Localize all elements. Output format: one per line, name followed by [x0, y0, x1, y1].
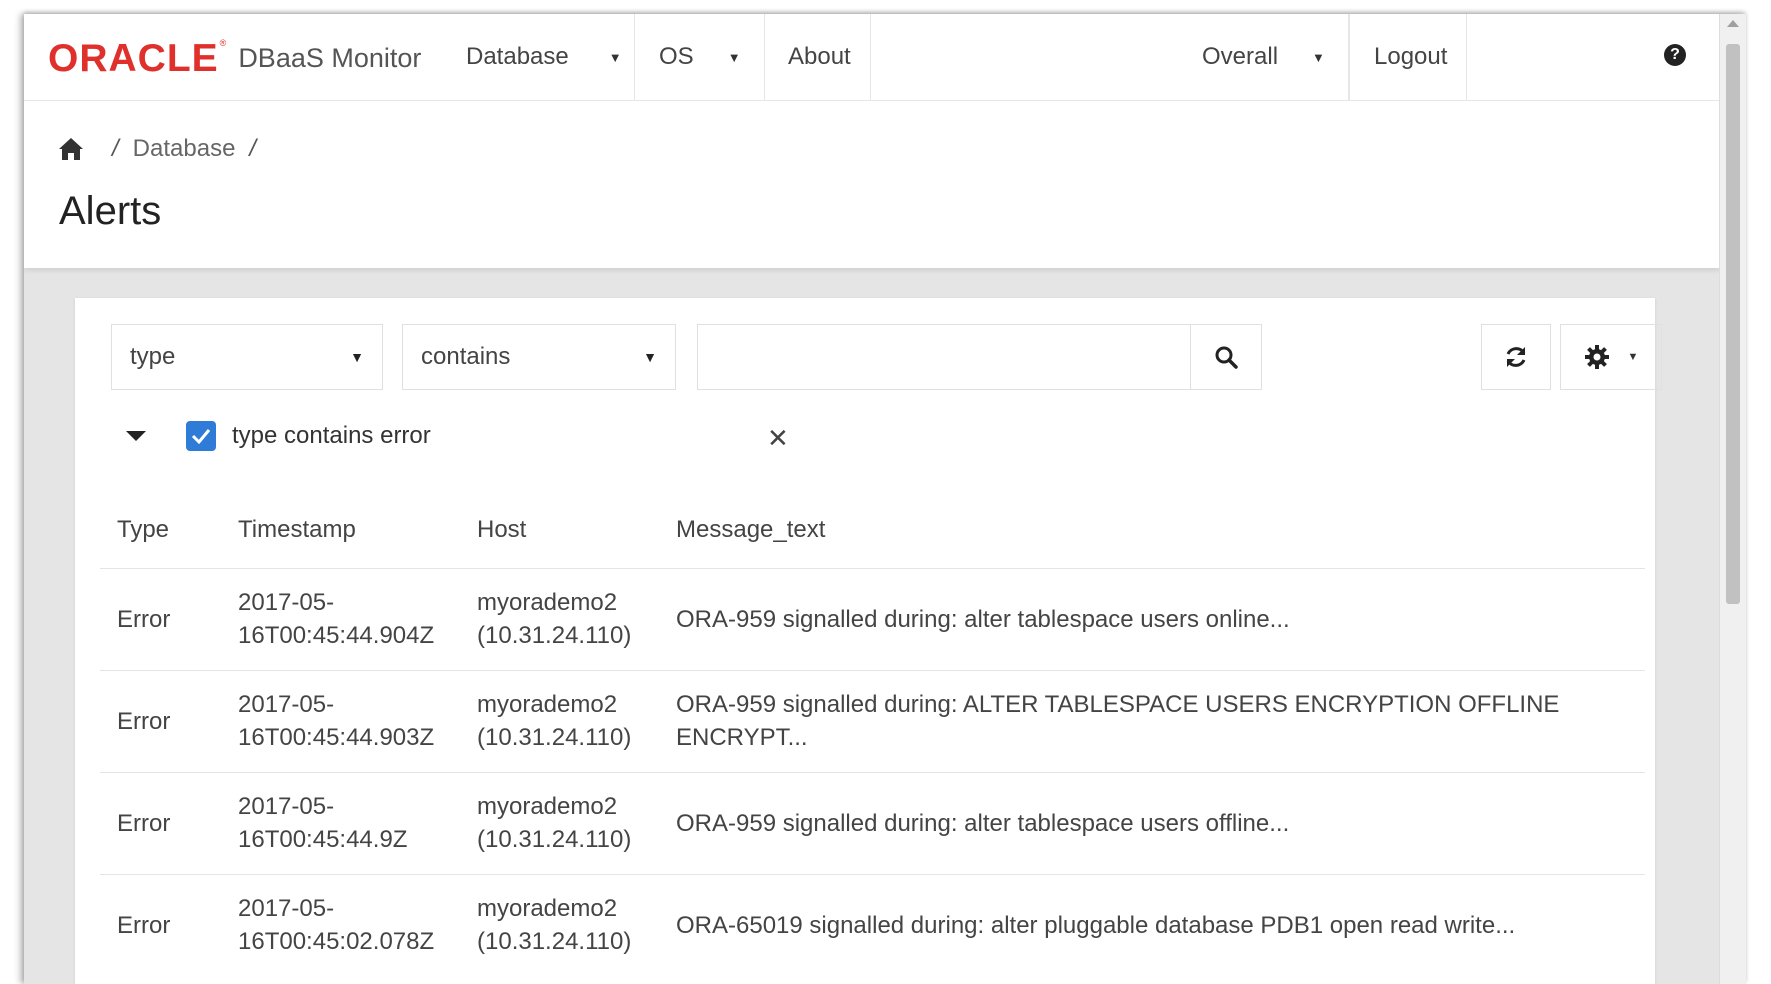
scroll-up-arrow-icon[interactable]: [1727, 20, 1739, 27]
page-header: / Database / Alerts: [24, 101, 1720, 268]
question-circle-icon[interactable]: ?: [1664, 44, 1686, 66]
brand[interactable]: ORACLE ® DBaaS Monitor: [48, 38, 421, 78]
caret-down-icon: ▼: [1627, 351, 1639, 363]
oracle-logo: ORACLE: [48, 36, 219, 80]
nav-database[interactable]: Database ▼: [444, 14, 635, 100]
nav-about[interactable]: About: [765, 14, 871, 100]
nav-os-label: OS: [659, 43, 694, 70]
gear-icon: [1584, 345, 1609, 369]
caret-down-icon: ▼: [1312, 49, 1325, 65]
cell-timestamp: 2017-05- 16T00:45:44.904Z: [238, 589, 435, 649]
operator-select-value: contains: [421, 343, 511, 370]
nav-overall[interactable]: Overall ▼: [1184, 14, 1349, 100]
caret-down-icon: ▼: [727, 49, 741, 65]
scroll-thumb[interactable]: [1726, 44, 1740, 604]
cell-type: Error: [117, 606, 171, 633]
column-header-type[interactable]: Type: [117, 516, 169, 544]
vertical-scrollbar[interactable]: [1719, 14, 1746, 984]
nav-logout[interactable]: Logout: [1349, 14, 1467, 100]
alerts-panel: type ▼ contains ▼ ▼ type contains error …: [75, 298, 1662, 984]
search-icon: [1215, 346, 1238, 369]
caret-down-icon: ▼: [350, 349, 364, 365]
page-title: Alerts: [59, 189, 162, 233]
cell-message: ORA-959 signalled during: ALTER TABLESPA…: [676, 691, 1560, 751]
app-name: DBaaS Monitor: [238, 42, 422, 73]
cell-timestamp: 2017-05- 16T00:45:44.903Z: [238, 691, 435, 751]
operator-select[interactable]: contains ▼: [402, 324, 676, 390]
field-select[interactable]: type ▼: [111, 324, 383, 390]
filter-checkbox[interactable]: [186, 421, 216, 451]
collapse-toggle-icon[interactable]: [126, 431, 146, 441]
table-row[interactable]: Error 2017-05- 16T00:45:44.903Z myorademo…: [100, 670, 1645, 773]
breadcrumb-separator: /: [249, 135, 257, 162]
app-content: ORACLE ® DBaaS Monitor Database ▼ OS ▼ A…: [24, 14, 1720, 984]
search-button[interactable]: [1190, 325, 1261, 389]
top-navbar: ORACLE ® DBaaS Monitor Database ▼ OS ▼ A…: [24, 14, 1720, 101]
caret-down-icon: ▼: [608, 49, 622, 65]
cell-host: myorademo2 (10.31.24.110): [477, 793, 632, 853]
breadcrumb: / Database /: [58, 135, 270, 163]
nav-about-label: About: [788, 43, 851, 70]
breadcrumb-database[interactable]: Database: [133, 135, 236, 163]
settings-button[interactable]: ▼: [1560, 324, 1662, 390]
cell-message: ORA-959 signalled during: alter tablespa…: [676, 810, 1290, 837]
table-row[interactable]: Error 2017-05- 16T00:45:44.9Z myorademo2(…: [100, 772, 1645, 875]
refresh-icon: [1506, 347, 1526, 367]
checkmark-icon: [191, 429, 211, 444]
breadcrumb-separator: /: [112, 135, 119, 162]
column-header-message[interactable]: Message_text: [676, 516, 825, 544]
table-row[interactable]: Error 2017-05- 16T00:45:44.904Z myorademo…: [100, 568, 1645, 671]
cell-type: Error: [117, 810, 171, 837]
nav-logout-label: Logout: [1374, 43, 1448, 70]
field-select-value: type: [130, 343, 176, 370]
nav-database-label: Database: [466, 43, 569, 70]
search-box: [697, 324, 1262, 390]
cell-type: Error: [117, 708, 171, 735]
nav-overall-label: Overall: [1202, 43, 1279, 70]
active-filter-label: type contains error: [232, 422, 431, 449]
column-header-host[interactable]: Host: [477, 516, 526, 544]
cell-host: myorademo2 (10.31.24.110): [477, 691, 632, 751]
cell-host: myorademo2 (10.31.24.110): [477, 589, 632, 649]
registered-mark: ®: [219, 38, 227, 48]
browser-window: ORACLE ® DBaaS Monitor Database ▼ OS ▼ A…: [24, 14, 1746, 984]
cell-host: myorademo2 (10.31.24.110): [477, 895, 632, 955]
column-header-timestamp[interactable]: Timestamp: [238, 516, 356, 544]
caret-down-icon: ▼: [643, 349, 657, 365]
cell-message: ORA-959 signalled during: alter tablespa…: [676, 606, 1290, 633]
close-icon[interactable]: ✕: [767, 425, 789, 451]
nav-os[interactable]: OS ▼: [635, 14, 765, 100]
cell-timestamp: 2017-05- 16T00:45:44.9Z: [238, 793, 408, 853]
cell-message: ORA-65019 signalled during: alter plugga…: [676, 912, 1516, 939]
home-icon[interactable]: [58, 137, 84, 161]
cell-type: Error: [117, 912, 171, 939]
search-input[interactable]: [698, 325, 1190, 389]
cell-timestamp: 2017-05- 16T00:45:02.078Z: [238, 895, 435, 955]
refresh-button[interactable]: [1481, 324, 1551, 390]
table-row[interactable]: Error 2017-05- 16T00:45:02.078Z myorademo…: [100, 874, 1645, 977]
active-filter-row: type contains error: [126, 418, 431, 454]
